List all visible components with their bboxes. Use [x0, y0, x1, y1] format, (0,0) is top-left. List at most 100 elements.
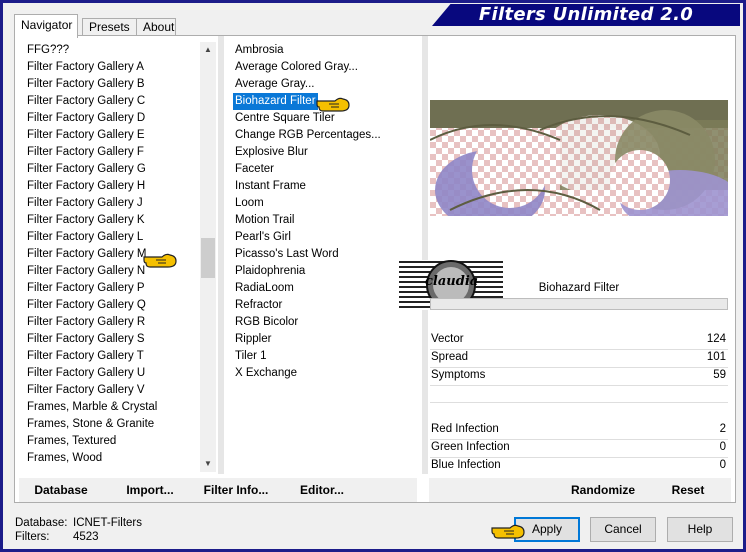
filter-item-label: Motion Trail	[235, 214, 295, 226]
category-item[interactable]: Frames, Marble & Crystal	[25, 399, 197, 416]
filter-item-label: Change RGB Percentages...	[235, 129, 381, 141]
category-item[interactable]: Filter Factory Gallery V	[25, 382, 197, 399]
param-label: Green Infection	[431, 441, 510, 453]
filter-item[interactable]: Average Colored Gray...	[233, 59, 413, 76]
status-database-label: Database:	[15, 517, 68, 529]
status-filters-label: Filters:	[15, 531, 50, 543]
filter-title: Biohazard Filter	[538, 282, 620, 294]
filter-item-label: Average Gray...	[235, 78, 315, 90]
filter-item[interactable]: Rippler	[233, 331, 413, 348]
param-label: Symptoms	[431, 369, 486, 381]
filter-item-label: Rippler	[235, 333, 272, 345]
filter-item-label: RGB Bicolor	[235, 316, 299, 328]
category-item[interactable]: Filter Factory Gallery Q	[25, 297, 197, 314]
category-item[interactable]: Filter Factory Gallery P	[25, 280, 197, 297]
scroll-up-icon[interactable]: ▲	[200, 42, 216, 58]
slider-track[interactable]	[430, 385, 728, 386]
randomize-button[interactable]: Randomize	[567, 478, 639, 502]
category-item[interactable]: Filter Factory Gallery A	[25, 59, 197, 76]
category-item[interactable]: Filter Factory Gallery R	[25, 314, 197, 331]
filter-item[interactable]: Plaidophrenia	[233, 263, 413, 280]
filter-item-label: Average Colored Gray...	[235, 61, 358, 73]
category-item[interactable]: Frames, Textured	[25, 433, 197, 450]
param-value: 101	[706, 351, 726, 363]
help-button[interactable]: Help	[667, 517, 733, 542]
param-label: Spread	[431, 351, 469, 363]
filter-item-label: Ambrosia	[235, 44, 284, 56]
param-value: 0	[719, 441, 726, 453]
scroll-thumb[interactable]	[201, 238, 215, 278]
filter-item-label: Faceter	[235, 163, 274, 175]
editor-button[interactable]: Editor...	[297, 478, 347, 502]
category-item[interactable]: Filter Factory Gallery G	[25, 161, 197, 178]
filter-info-button[interactable]: Filter Info...	[201, 478, 271, 502]
filter-item[interactable]: Ambrosia	[233, 42, 413, 59]
reset-button[interactable]: Reset	[665, 478, 711, 502]
preview-art	[430, 100, 728, 216]
filter-item[interactable]: X Exchange	[233, 365, 413, 382]
filter-item[interactable]: RGB Bicolor	[233, 314, 413, 331]
filter-item[interactable]: Loom	[233, 195, 413, 212]
param-label: Blue Infection	[431, 459, 501, 471]
filter-item[interactable]: Picasso's Last Word	[233, 246, 413, 263]
param-spread[interactable]: Spread 101	[430, 348, 728, 366]
param-value: 59	[713, 369, 726, 381]
category-scrollbar[interactable]: ▲ ▼	[200, 42, 216, 472]
category-item[interactable]: Filter Factory Gallery F	[25, 144, 197, 161]
divider	[422, 36, 428, 474]
category-item[interactable]: Filter Factory Gallery U	[25, 365, 197, 382]
category-item[interactable]: Filter Factory Gallery E	[25, 127, 197, 144]
import-button[interactable]: Import...	[119, 478, 181, 502]
category-item[interactable]: Filter Factory Gallery L	[25, 229, 197, 246]
param-blue-infection[interactable]: Blue Infection 0	[430, 456, 728, 474]
filter-item[interactable]: Refractor	[233, 297, 413, 314]
filter-item[interactable]: Tiler 1	[233, 348, 413, 365]
filter-item[interactable]: Motion Trail	[233, 212, 413, 229]
param-toolbar: Randomize Reset	[429, 478, 731, 502]
brand-banner: Filters Unlimited 2.0	[432, 4, 740, 26]
filter-item[interactable]: Average Gray...	[233, 76, 413, 93]
cancel-button[interactable]: Cancel	[590, 517, 656, 542]
filter-item[interactable]: Pearl's Girl	[233, 229, 413, 246]
filter-item[interactable]: Faceter	[233, 161, 413, 178]
divider	[218, 36, 224, 474]
category-item[interactable]: Filter Factory Gallery S	[25, 331, 197, 348]
category-item[interactable]: Filter Factory Gallery J	[25, 195, 197, 212]
filter-item-label: Plaidophrenia	[235, 265, 306, 277]
filter-item[interactable]: RadiaLoom	[233, 280, 413, 297]
param-vector[interactable]: Vector 124	[430, 330, 728, 348]
category-item[interactable]: Filter Factory Gallery B	[25, 76, 197, 93]
category-item[interactable]: Frames, Stone & Granite	[25, 416, 197, 433]
category-item[interactable]: Filter Factory Gallery C	[25, 93, 197, 110]
pointing-hand-icon	[491, 524, 525, 539]
filter-item-label: Instant Frame	[235, 180, 306, 192]
filter-item-selected: Biohazard Filter	[233, 93, 318, 110]
category-item[interactable]: Filter Factory Gallery K	[25, 212, 197, 229]
category-item[interactable]: Filter Factory Gallery H	[25, 178, 197, 195]
filter-item-label: Explosive Blur	[235, 146, 308, 158]
filter-item-label: Tiler 1	[235, 350, 267, 362]
category-item[interactable]: Frames, Wood	[25, 450, 197, 467]
preview-image	[430, 100, 728, 216]
category-item[interactable]: FFG???	[25, 42, 197, 59]
slider-track[interactable]	[430, 402, 728, 403]
status-database-value: ICNET-Filters	[73, 517, 142, 529]
param-value: 124	[706, 333, 726, 345]
scroll-down-icon[interactable]: ▼	[200, 456, 216, 472]
category-item[interactable]: Filter Factory Gallery D	[25, 110, 197, 127]
filter-item[interactable]: Change RGB Percentages...	[233, 127, 413, 144]
database-button[interactable]: Database	[19, 478, 103, 502]
category-item[interactable]: Filter Factory Gallery T	[25, 348, 197, 365]
filter-item-label: X Exchange	[235, 367, 298, 379]
filter-item-label: Refractor	[235, 299, 283, 311]
param-symptoms[interactable]: Symptoms 59	[430, 366, 728, 384]
filter-item-label: Picasso's Last Word	[235, 248, 339, 260]
param-red-infection[interactable]: Red Infection 2	[430, 420, 728, 438]
filter-item[interactable]: Instant Frame	[233, 178, 413, 195]
tab-navigator[interactable]: Navigator	[14, 14, 78, 38]
status-filters-value: 4523	[73, 531, 99, 543]
param-green-infection[interactable]: Green Infection 0	[430, 438, 728, 456]
pointing-hand-icon	[316, 97, 350, 112]
list-toolbar: Database Import... Filter Info... Editor…	[19, 478, 417, 502]
filter-item[interactable]: Explosive Blur	[233, 144, 413, 161]
